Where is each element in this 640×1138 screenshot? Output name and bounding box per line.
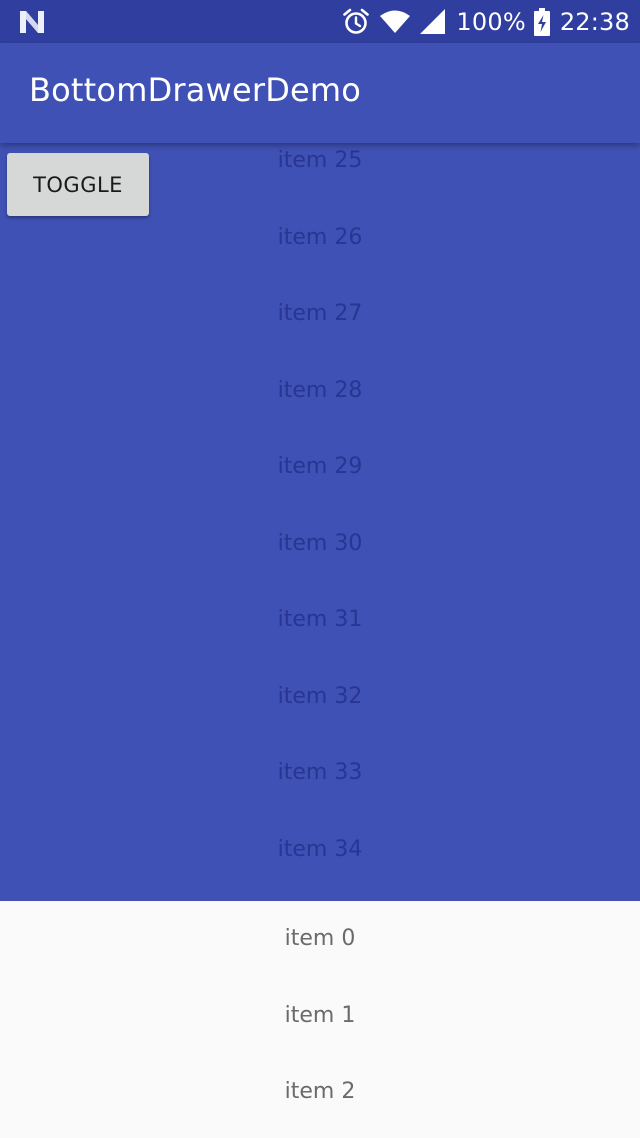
toggle-button[interactable]: TOGGLE [7, 153, 149, 216]
drawer-list-item[interactable]: item 2 [0, 1054, 640, 1131]
list-item[interactable]: item 32 [0, 659, 640, 736]
wifi-icon [380, 10, 411, 33]
app-title: BottomDrawerDemo [29, 71, 362, 109]
list-item[interactable]: item 34 [0, 812, 640, 889]
battery-charging-icon [533, 7, 550, 36]
drawer-list-item[interactable]: item 1 [0, 978, 640, 1055]
list-item[interactable]: item 29 [0, 429, 640, 506]
list-item[interactable]: item 33 [0, 735, 640, 812]
status-icons: 100% 22:38 [342, 0, 630, 43]
cellular-signal-icon [420, 8, 446, 34]
bottom-drawer[interactable]: item 0 item 1 item 2 [0, 901, 640, 1138]
alarm-icon [343, 8, 370, 34]
main-list[interactable]: item 25 item 26 item 27 item 28 item 29 … [0, 143, 640, 888]
status-bar: 100% 22:38 [0, 0, 640, 43]
drawer-list-item[interactable]: item 0 [0, 901, 640, 978]
battery-percentage: 100% [456, 7, 526, 36]
android-n-notification-icon [20, 11, 44, 33]
list-item[interactable]: item 31 [0, 582, 640, 659]
app-bar: BottomDrawerDemo [0, 43, 640, 143]
list-item[interactable]: item 30 [0, 506, 640, 583]
list-item[interactable]: item 27 [0, 276, 640, 353]
main-content: item 25 item 26 item 27 item 28 item 29 … [0, 143, 640, 901]
list-item[interactable]: item 28 [0, 353, 640, 430]
clock: 22:38 [559, 7, 630, 36]
drawer-list[interactable]: item 0 item 1 item 2 [0, 901, 640, 1131]
